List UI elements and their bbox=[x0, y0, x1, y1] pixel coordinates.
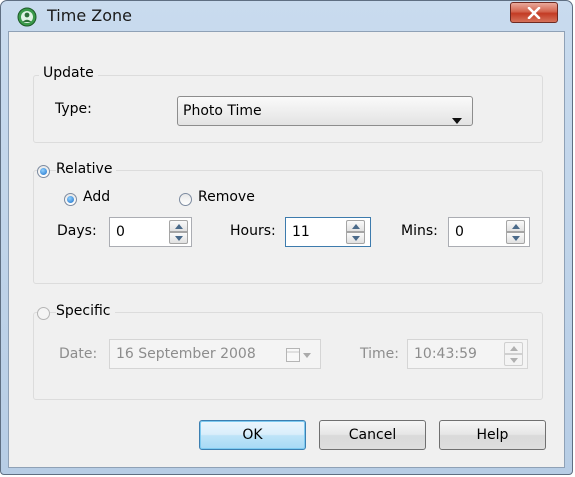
specific-label: Specific bbox=[56, 303, 115, 319]
days-stepper[interactable]: 0 bbox=[109, 217, 192, 247]
time-down-button[interactable] bbox=[504, 354, 523, 366]
days-value: 0 bbox=[116, 224, 125, 240]
date-label: Date: bbox=[59, 346, 98, 362]
calendar-icon[interactable] bbox=[286, 347, 312, 366]
cancel-button[interactable]: Cancel bbox=[319, 420, 426, 450]
date-value: 16 September 2008 bbox=[116, 346, 256, 362]
arrow-down-icon bbox=[175, 236, 183, 241]
globe-icon bbox=[17, 7, 37, 27]
mins-down-button[interactable] bbox=[506, 232, 525, 244]
hours-up-button[interactable] bbox=[346, 220, 365, 232]
close-icon bbox=[527, 7, 541, 19]
arrow-up-icon bbox=[510, 346, 518, 351]
mins-label: Mins: bbox=[401, 223, 438, 239]
days-up-button[interactable] bbox=[169, 220, 188, 232]
arrow-down-icon bbox=[352, 236, 360, 241]
days-spin bbox=[169, 220, 188, 244]
time-up-button[interactable] bbox=[504, 342, 523, 354]
hours-value: 11 bbox=[292, 224, 310, 240]
ok-button[interactable]: OK bbox=[199, 420, 306, 450]
dialog-content: Update Type: Photo Time Relative Add Rem… bbox=[8, 31, 565, 468]
chevron-down-icon bbox=[452, 109, 462, 128]
time-zone-dialog: Time Zone Update Type: Photo Time Relati… bbox=[0, 0, 573, 475]
remove-radio[interactable] bbox=[179, 193, 192, 206]
relative-radio[interactable] bbox=[37, 165, 50, 178]
type-label: Type: bbox=[55, 101, 92, 117]
hours-spin bbox=[346, 220, 365, 244]
arrow-up-icon bbox=[352, 224, 360, 229]
relative-label: Relative bbox=[56, 161, 117, 177]
hours-down-button[interactable] bbox=[346, 232, 365, 244]
help-button[interactable]: Help bbox=[439, 420, 546, 450]
hours-label: Hours: bbox=[230, 223, 276, 239]
remove-label: Remove bbox=[198, 189, 255, 205]
add-radio[interactable] bbox=[64, 193, 77, 206]
days-label: Days: bbox=[57, 223, 97, 239]
arrow-down-icon bbox=[512, 236, 520, 241]
type-dropdown[interactable]: Photo Time bbox=[177, 96, 473, 126]
mins-value: 0 bbox=[455, 224, 464, 240]
update-legend: Update bbox=[39, 65, 98, 81]
time-label: Time: bbox=[360, 346, 399, 362]
close-button[interactable] bbox=[510, 2, 558, 23]
days-down-button[interactable] bbox=[169, 232, 188, 244]
arrow-up-icon bbox=[512, 224, 520, 229]
time-stepper[interactable]: 10:43:59 bbox=[407, 339, 528, 369]
arrow-down-icon bbox=[510, 358, 518, 363]
title-bar[interactable]: Time Zone bbox=[1, 1, 572, 31]
hours-stepper[interactable]: 11 bbox=[285, 217, 371, 247]
type-dropdown-value: Photo Time bbox=[183, 103, 262, 119]
arrow-up-icon bbox=[175, 224, 183, 229]
time-spin bbox=[504, 342, 523, 366]
mins-spin bbox=[506, 220, 525, 244]
mins-up-button[interactable] bbox=[506, 220, 525, 232]
mins-stepper[interactable]: 0 bbox=[448, 217, 530, 247]
date-picker[interactable]: 16 September 2008 bbox=[109, 339, 321, 369]
window-title: Time Zone bbox=[47, 6, 132, 25]
time-value: 10:43:59 bbox=[414, 346, 477, 362]
add-label: Add bbox=[83, 189, 111, 205]
specific-radio[interactable] bbox=[37, 307, 50, 320]
